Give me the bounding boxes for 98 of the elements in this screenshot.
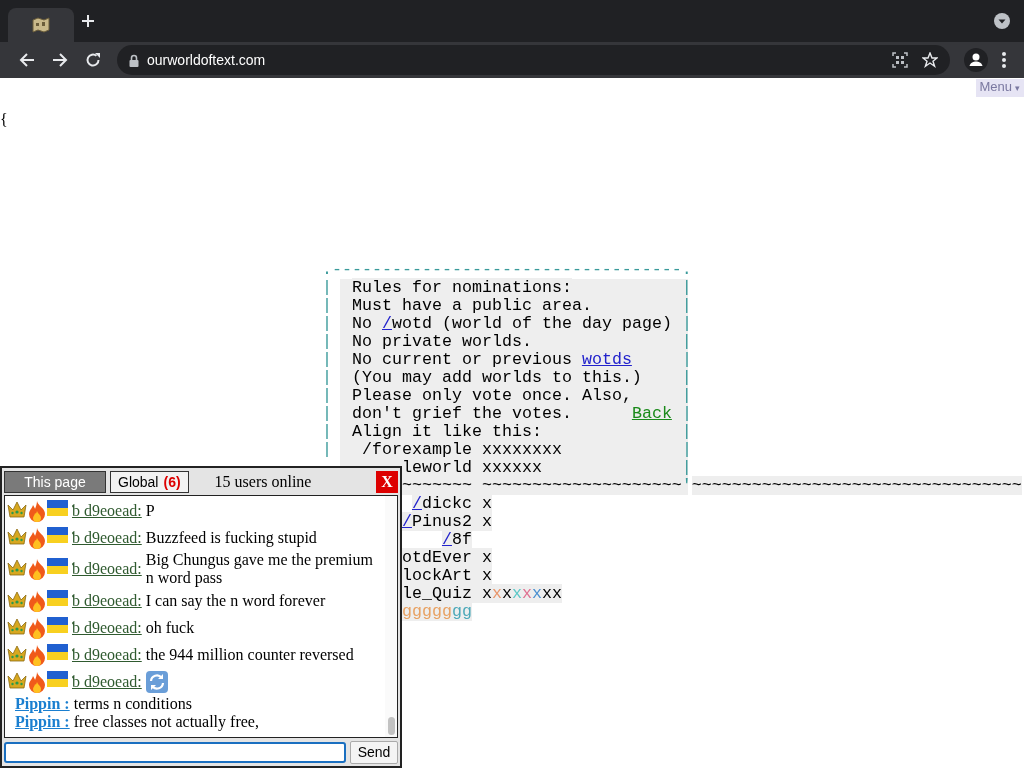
ascii-border: | — [322, 386, 332, 405]
chat-tab[interactable]: Global (6) — [110, 470, 189, 493]
crown-icon — [7, 526, 27, 545]
message-text: Big Chungus gave me the premium n word pass — [145, 551, 374, 587]
ascii-border: | — [681, 332, 692, 351]
ascii-border: | — [681, 368, 692, 387]
ascii-border: | — [322, 314, 332, 333]
online-count: 15 users online — [214, 472, 313, 491]
chat-tab[interactable]: This page — [4, 470, 106, 493]
message-text: oh fuck — [145, 618, 195, 637]
canvas-text: (You may add worlds to this.) — [352, 368, 642, 387]
menu-button[interactable]: Menu ▾ — [976, 79, 1024, 97]
ascii-border: ' — [681, 476, 692, 495]
flag-icon — [47, 643, 68, 660]
ascii-border: | — [322, 368, 332, 387]
ascii-border: | — [322, 422, 332, 441]
ascii-border: | — [681, 458, 692, 477]
ascii-border: .-----------------------------------. — [322, 260, 692, 279]
canvas-link[interactable]: / — [441, 530, 452, 549]
ascii-border: | — [681, 350, 692, 369]
scroll-thumb[interactable] — [388, 717, 395, 735]
fire-icon — [28, 499, 46, 522]
username-link[interactable]: ƅ d9eoead: — [72, 560, 142, 578]
map-icon — [32, 17, 50, 33]
star-icon[interactable] — [922, 52, 938, 68]
fire-icon — [28, 526, 46, 549]
message-input[interactable] — [4, 741, 346, 763]
canvas-text: ~~~~~~~~~~~~~~~~~~~~~~~~~~~~~~~~~ — [691, 476, 1022, 495]
reload-icon[interactable] — [84, 52, 101, 68]
message-text: I can say the n word forever — [145, 591, 326, 610]
canvas-link[interactable]: / — [411, 494, 422, 513]
flag-icon — [47, 670, 68, 687]
forward-icon[interactable] — [51, 52, 68, 68]
message-text: terms n conditions — [73, 695, 192, 713]
flag-icon — [47, 499, 68, 516]
canvas-link[interactable]: wotds — [581, 350, 632, 369]
fire-icon — [28, 558, 46, 580]
message-text: free classes not actually free, — [73, 713, 259, 731]
ascii-border: | — [681, 278, 692, 297]
username-link[interactable]: Pippin : — [7, 713, 70, 731]
ascii-border: | — [681, 440, 692, 459]
address-bar[interactable]: ourworldoftext.com — [117, 45, 950, 75]
more-icon[interactable] — [1002, 52, 1006, 68]
new-tab-icon[interactable] — [81, 14, 95, 28]
back-link[interactable]: Back — [631, 404, 672, 423]
send-button[interactable]: Send — [350, 740, 398, 764]
browser-tab[interactable] — [8, 8, 74, 42]
username-link[interactable]: ƅ d9eoead: — [72, 645, 142, 664]
username-link[interactable]: ƅ d9eoead: — [72, 591, 142, 610]
ascii-border: | — [322, 350, 332, 369]
fire-icon — [28, 616, 46, 639]
ascii-border: | — [681, 296, 692, 315]
username-link[interactable]: ƅ d9eoead: — [72, 501, 142, 520]
ascii-border: | — [681, 386, 692, 405]
canvas-link[interactable]: / — [382, 314, 392, 333]
fire-icon — [28, 643, 46, 666]
ascii-border: | — [322, 296, 332, 315]
username-link[interactable]: ƅ d9eoead: — [72, 528, 142, 547]
username-link[interactable]: ƅ d9eoead: — [72, 672, 142, 691]
profile-icon[interactable] — [964, 48, 988, 72]
scrollbar[interactable] — [385, 496, 397, 737]
ascii-border: | — [322, 278, 332, 297]
canvas-text: /forexample xxxxxxxx — [362, 440, 562, 459]
canvas-text: ggggggg — [401, 602, 472, 621]
username-link[interactable]: Pippin : — [7, 695, 70, 713]
canvas-text: No /wotd (world of the day page) — [352, 314, 672, 333]
flag-icon — [47, 589, 68, 606]
ascii-border: | — [322, 440, 332, 459]
canvas-text: { — [0, 111, 8, 129]
crown-icon — [7, 589, 27, 608]
crown-icon — [7, 643, 27, 662]
flag-icon — [47, 526, 68, 543]
fire-icon — [28, 670, 46, 693]
crown-icon — [7, 616, 27, 635]
message-text: Buzzfeed is fucking stupid — [145, 528, 317, 547]
message-text: the 944 million counter reversed — [145, 645, 354, 664]
ascii-border: | — [322, 332, 332, 351]
ascii-border: | — [681, 404, 692, 423]
ascii-border: | — [322, 404, 332, 423]
canvas-text: /Pinus2 x — [401, 512, 492, 531]
fire-icon — [28, 589, 46, 612]
back-icon[interactable] — [18, 52, 35, 68]
flag-icon — [47, 558, 68, 574]
flag-icon — [47, 616, 68, 633]
crown-icon — [7, 499, 27, 518]
canvas-link[interactable]: / — [401, 512, 412, 531]
grid-icon[interactable] — [892, 52, 908, 68]
crown-icon — [7, 670, 27, 689]
lock-icon — [129, 53, 139, 67]
crown-icon — [7, 558, 27, 576]
message-text: P — [145, 501, 155, 520]
username-link[interactable]: ƅ d9eoead: — [72, 618, 142, 637]
ascii-border: | — [681, 422, 692, 441]
ascii-border: | — [681, 314, 692, 333]
canvas-text: le_Quiz xxxxxxxx — [401, 584, 562, 603]
url-text: ourworldoftext.com — [147, 52, 267, 68]
close-button[interactable]: X — [376, 470, 398, 493]
dropdown-icon[interactable] — [994, 13, 1010, 29]
